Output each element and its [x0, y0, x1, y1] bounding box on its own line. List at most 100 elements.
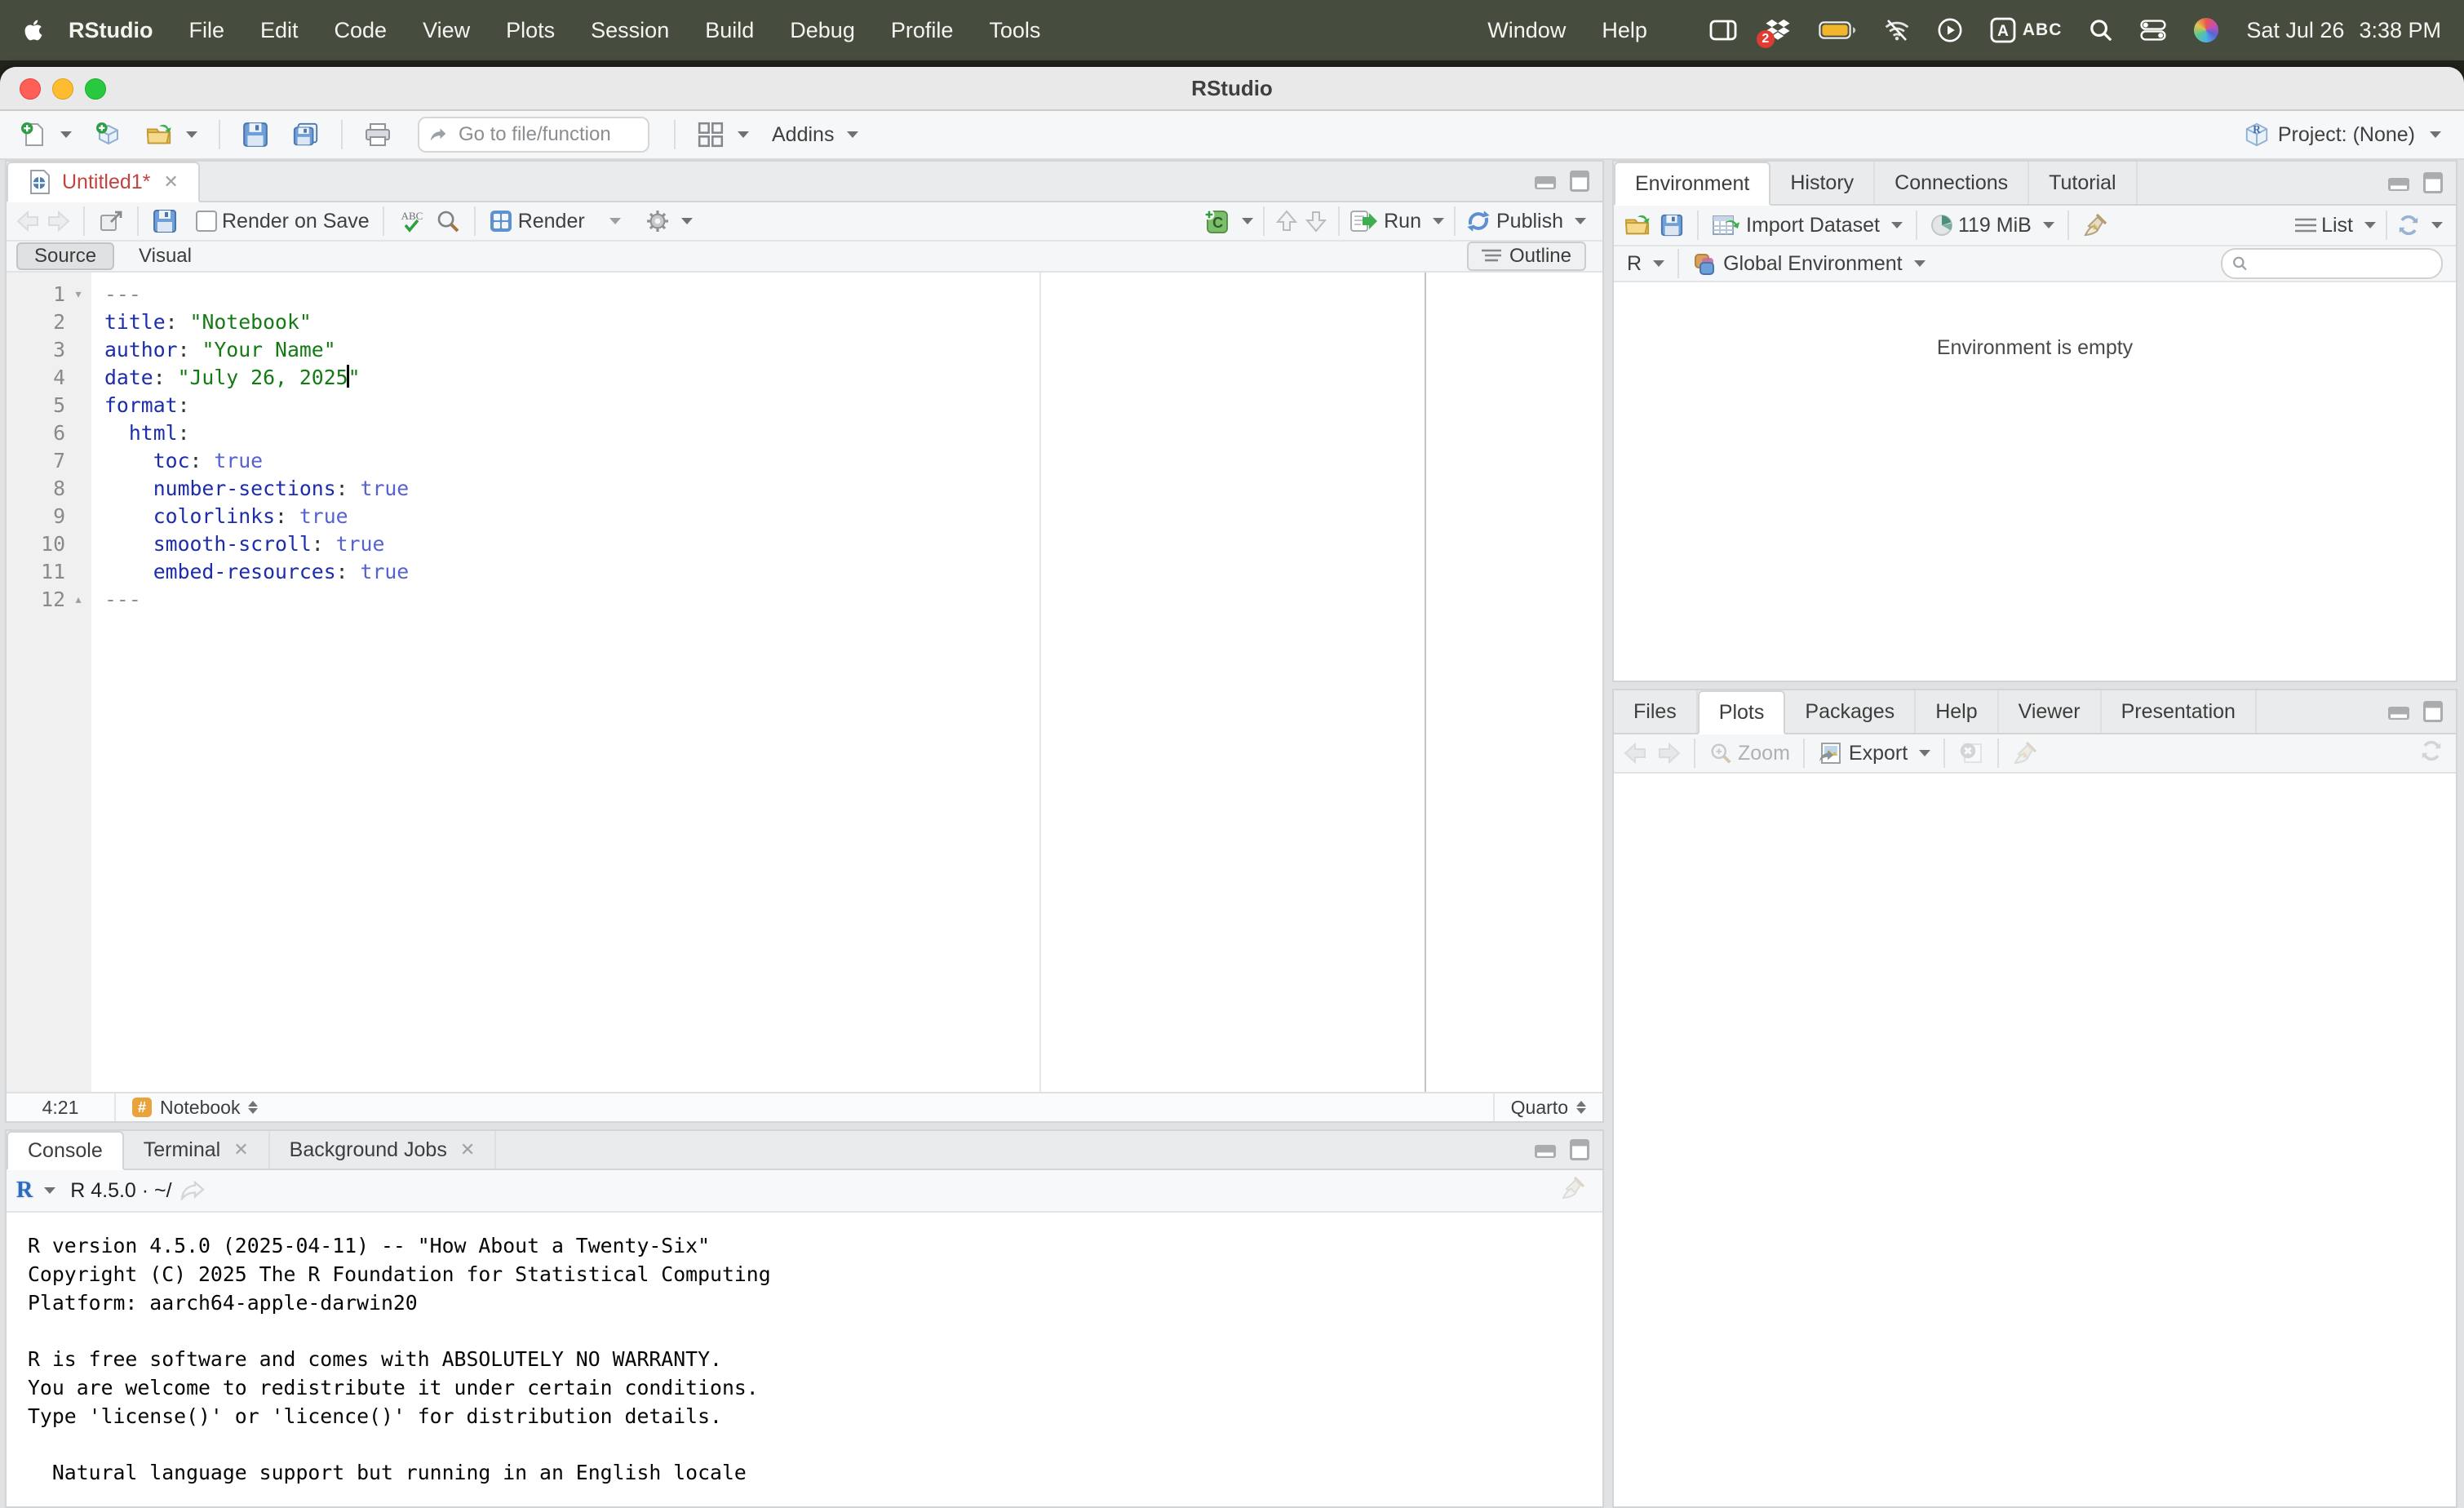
console-output[interactable]: R version 4.5.0 (2025-04-11) -- "How Abo…	[7, 1213, 1602, 1506]
goto-file-input[interactable]	[455, 122, 638, 148]
editor-tab-untitled1[interactable]: Untitled1* ✕	[7, 162, 200, 202]
new-file-button[interactable]	[13, 118, 78, 152]
pane-layout-button[interactable]	[690, 118, 756, 152]
render-button[interactable]: Render	[489, 209, 585, 233]
plots-tab-viewer[interactable]: Viewer	[1999, 690, 2102, 733]
chunk-up-icon[interactable]	[1274, 209, 1299, 233]
save-workspace-icon[interactable]	[1660, 213, 1684, 237]
list-view-button[interactable]: List	[2295, 214, 2376, 237]
menu-rstudio[interactable]: RStudio	[51, 18, 171, 43]
publish-button[interactable]: Publish	[1465, 209, 1586, 233]
insert-chunk-button[interactable]: C	[1203, 208, 1253, 234]
project-menu-button[interactable]: R Project: (None)	[2244, 122, 2441, 148]
clear-environment-icon[interactable]	[2082, 212, 2108, 238]
addins-button[interactable]: Addins	[765, 120, 865, 150]
plots-tab-files[interactable]: Files	[1614, 690, 1698, 733]
maximize-pane-icon[interactable]	[1570, 171, 1589, 192]
export-plot-button[interactable]: Export	[1818, 741, 1930, 765]
code-line[interactable]: 3author: "Your Name"	[7, 336, 1602, 364]
code-editor[interactable]: 1▾---2title: "Notebook"3author: "Your Na…	[7, 273, 1602, 1095]
environment-tab-history[interactable]: History	[1770, 162, 1875, 204]
previous-plot-icon[interactable]	[1624, 743, 1648, 764]
console-tab-console[interactable]: Console	[7, 1131, 124, 1170]
source-mode-button[interactable]: Source	[16, 242, 114, 270]
environment-selector[interactable]: Global Environment	[1692, 251, 1926, 276]
input-source-icon[interactable]: A ABC	[1990, 17, 2063, 43]
apple-menu[interactable]	[23, 18, 44, 42]
menu-file[interactable]: File	[171, 18, 242, 43]
find-replace-icon[interactable]	[435, 208, 461, 234]
menu-debug[interactable]: Debug	[772, 18, 873, 43]
goto-file-search[interactable]	[418, 117, 649, 153]
plots-tab-help[interactable]: Help	[1916, 690, 1998, 733]
maximize-pane-icon[interactable]	[2423, 172, 2443, 193]
environment-tab-tutorial[interactable]: Tutorial	[2029, 162, 2137, 204]
environment-tab-connections[interactable]: Connections	[1875, 162, 2029, 204]
environment-search-input[interactable]	[2254, 251, 2431, 276]
fold-down-icon[interactable]: ▾	[65, 281, 91, 308]
clear-plots-icon[interactable]	[2012, 740, 2038, 766]
menu-view[interactable]: View	[405, 18, 488, 43]
save-button[interactable]	[235, 118, 276, 152]
back-icon[interactable]	[16, 211, 41, 232]
editor-settings-button[interactable]	[645, 209, 693, 233]
control-center-icon[interactable]	[2140, 20, 2166, 41]
menu-code[interactable]: Code	[317, 18, 405, 43]
plots-tab-presentation[interactable]: Presentation	[2102, 690, 2257, 733]
remove-plot-icon[interactable]	[1958, 741, 1984, 765]
plots-tab-packages[interactable]: Packages	[1785, 690, 1916, 733]
code-line[interactable]: 5format:	[7, 392, 1602, 419]
run-button[interactable]: Run	[1349, 210, 1444, 233]
code-line[interactable]: 6 html:	[7, 419, 1602, 447]
code-line[interactable]: 2title: "Notebook"	[7, 308, 1602, 336]
new-project-button[interactable]	[88, 118, 129, 152]
section-selector[interactable]: # Notebook	[116, 1093, 274, 1121]
open-in-new-window-icon[interactable]	[98, 209, 124, 233]
code-line[interactable]: 4date: "July 26, 2025"	[7, 364, 1602, 392]
environment-tab-environment[interactable]: Environment	[1614, 162, 1770, 206]
spotlight-icon[interactable]	[2090, 19, 2112, 42]
menu-plots[interactable]: Plots	[488, 18, 573, 43]
r-version-selector[interactable]: R	[16, 1179, 55, 1202]
outline-button[interactable]: Outline	[1467, 242, 1586, 271]
menubar-clock[interactable]: Sat Jul 26 3:38 PM	[2246, 18, 2441, 43]
menu-build[interactable]: Build	[687, 18, 772, 43]
code-line[interactable]: 10 smooth-scroll: true	[7, 530, 1602, 558]
menu-tools[interactable]: Tools	[971, 18, 1058, 43]
code-line[interactable]: 11 embed-resources: true	[7, 558, 1602, 586]
next-plot-icon[interactable]	[1656, 743, 1681, 764]
code-line[interactable]: 1▾---	[7, 281, 1602, 308]
forward-icon[interactable]	[46, 211, 70, 232]
memory-usage-button[interactable]: 119 MiB	[1930, 214, 2054, 237]
siri-icon[interactable]	[2194, 18, 2218, 42]
minimize-pane-icon[interactable]	[1534, 1141, 1557, 1159]
console-popout-icon[interactable]	[180, 1181, 205, 1200]
plot-display-area[interactable]	[1614, 774, 2456, 1506]
environment-search[interactable]	[2221, 248, 2443, 279]
chunk-down-icon[interactable]	[1304, 209, 1328, 233]
save-doc-icon[interactable]	[152, 208, 178, 234]
spellcheck-icon[interactable]: ABC	[397, 208, 427, 234]
minimize-pane-icon[interactable]	[2387, 174, 2410, 192]
refresh-environment-button[interactable]	[2397, 214, 2443, 237]
console-tab-background-jobs[interactable]: Background Jobs✕	[270, 1131, 497, 1169]
clear-console-icon[interactable]	[1560, 1175, 1586, 1201]
wifi-off-icon[interactable]	[1884, 20, 1910, 41]
menu-edit[interactable]: Edit	[242, 18, 317, 43]
display-status-icon[interactable]	[1709, 20, 1737, 41]
battery-icon[interactable]	[1819, 21, 1856, 39]
console-tab-terminal[interactable]: Terminal✕	[124, 1131, 270, 1169]
close-tab-icon[interactable]: ✕	[233, 1139, 248, 1160]
minimize-pane-icon[interactable]	[2387, 703, 2410, 721]
menu-session[interactable]: Session	[573, 18, 687, 43]
render-on-save-checkbox[interactable]	[196, 211, 217, 232]
code-line[interactable]: 9 colorlinks: true	[7, 503, 1602, 530]
open-file-button[interactable]	[139, 118, 204, 152]
visual-mode-button[interactable]: Visual	[122, 244, 208, 268]
close-tab-icon[interactable]: ✕	[460, 1139, 475, 1160]
maximize-pane-icon[interactable]	[1570, 1139, 1589, 1160]
code-line[interactable]: 7 toc: true	[7, 447, 1602, 475]
render-options-dropdown[interactable]	[609, 218, 621, 224]
load-workspace-icon[interactable]	[1624, 213, 1651, 237]
fold-up-icon[interactable]: ▴	[65, 586, 91, 614]
